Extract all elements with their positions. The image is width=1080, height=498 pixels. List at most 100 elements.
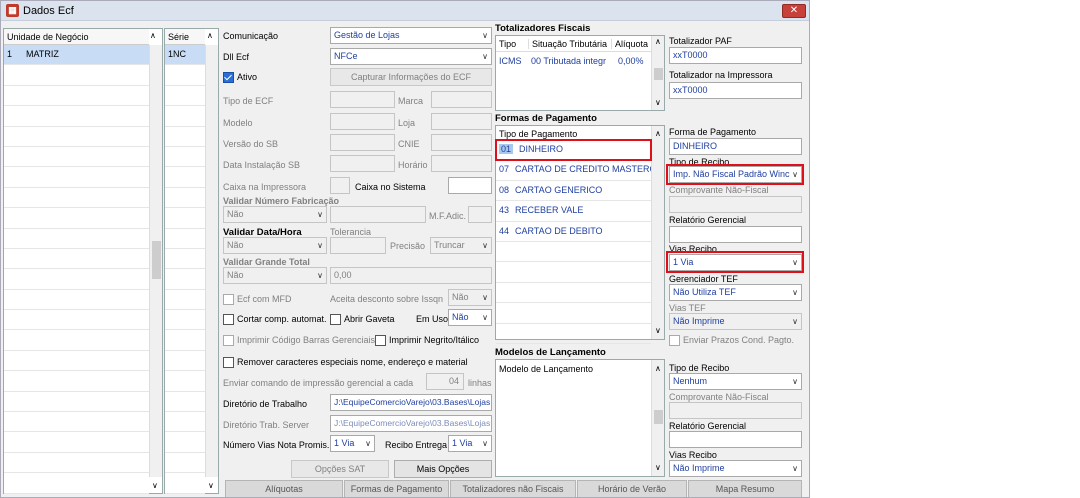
series-header[interactable]: Série <box>165 29 205 45</box>
modelos-scrollbar[interactable]: ∧ ∨ <box>651 360 664 476</box>
remover-checkbox[interactable]: Remover caracteres especiais nome, ender… <box>223 357 468 369</box>
tab-horario-verao[interactable]: Horário de Verão <box>577 480 687 497</box>
comprovante-input[interactable] <box>669 196 802 213</box>
table-row[interactable] <box>4 127 149 147</box>
cortar-checkbox[interactable]: Cortar comp. automat. <box>223 314 327 326</box>
table-row[interactable] <box>165 229 205 249</box>
list-item[interactable]: 44 CARTAO DE DEBITO <box>496 222 651 242</box>
col-situacao-header[interactable]: Situação Tributária <box>528 39 607 49</box>
list-item[interactable]: 07 CARTAO DE CREDITO MASTERCAR <box>496 160 651 181</box>
table-row[interactable] <box>4 371 149 392</box>
table-row[interactable] <box>165 269 205 290</box>
dll-select[interactable]: NFCe ∨ <box>330 48 492 65</box>
table-row[interactable] <box>165 249 205 270</box>
imprimir-cb-checkbox[interactable]: Imprimir Código Barras Gerenciais <box>223 335 375 347</box>
enviar-comando-input[interactable]: 04 <box>426 373 464 390</box>
capturar-button[interactable]: Capturar Informações do ECF <box>330 68 492 86</box>
ecf-mfd-checkbox[interactable]: Ecf com MFD <box>223 294 292 306</box>
modelo-comprovante-input[interactable] <box>669 402 802 419</box>
table-row[interactable] <box>4 310 149 331</box>
loja-input[interactable] <box>431 113 492 130</box>
table-row[interactable] <box>4 208 149 229</box>
table-row[interactable] <box>165 188 205 209</box>
table-row[interactable] <box>165 330 205 351</box>
aceita-desconto-select[interactable]: Não ∨ <box>448 289 492 306</box>
table-row[interactable] <box>4 229 149 249</box>
chevron-up-icon[interactable]: ∧ <box>655 129 661 138</box>
unidades-grid[interactable]: Unidade de Negócio ∧ 1 MATRIZ ∨ <box>3 28 163 494</box>
list-item[interactable] <box>496 283 651 304</box>
imprimir-negrito-checkbox[interactable]: Imprimir Negrito/Itálico <box>375 335 479 347</box>
table-row[interactable] <box>4 86 149 107</box>
col-tipo-header[interactable]: Tipo <box>499 39 516 49</box>
grande-total-input[interactable]: 0,00 <box>330 267 492 284</box>
relatorio-input[interactable] <box>669 226 802 243</box>
table-row[interactable] <box>4 188 149 209</box>
table-row[interactable] <box>4 453 149 474</box>
chevron-down-icon[interactable]: ∨ <box>655 98 661 107</box>
list-item[interactable]: 43 RECEBER VALE <box>496 201 651 222</box>
chevron-up-icon[interactable]: ∧ <box>655 364 661 373</box>
modelos-grid[interactable]: Modelo de Lançamento ∧ ∨ <box>495 359 665 477</box>
num-vias-select[interactable]: 1 Via ∨ <box>330 435 375 452</box>
mais-opcoes-button[interactable]: Mais Opções <box>394 460 492 478</box>
chevron-up-icon[interactable]: ∧ <box>150 31 156 40</box>
table-row[interactable] <box>165 412 205 433</box>
table-row[interactable]: 1 MATRIZ <box>4 45 149 66</box>
table-row[interactable] <box>165 208 205 229</box>
chevron-down-icon[interactable]: ∨ <box>208 481 214 490</box>
modelo-lancamento-header[interactable]: Modelo de Lançamento <box>499 364 593 374</box>
table-row[interactable] <box>4 412 149 433</box>
close-icon[interactable]: ✕ <box>782 4 806 18</box>
list-item[interactable]: 08 CARTAO GENERICO <box>496 181 651 202</box>
modelo-tipo-recibo-select[interactable]: Nenhum ∨ <box>669 373 802 390</box>
list-item[interactable] <box>496 262 651 283</box>
tab-aliquotas[interactable]: Alíquotas <box>225 480 343 497</box>
table-row[interactable] <box>165 147 205 168</box>
opcoes-sat-button[interactable]: Opções SAT <box>291 460 389 478</box>
modelo-vias-select[interactable]: Não Imprime ∨ <box>669 460 802 477</box>
validar-gt-select[interactable]: Não ∨ <box>223 267 327 284</box>
table-row[interactable] <box>165 432 205 453</box>
table-row[interactable] <box>165 310 205 331</box>
tab-totalizadores[interactable]: Totalizadores não Fiscais <box>450 480 576 497</box>
formas-scrollbar[interactable]: ∧ ∨ <box>651 126 664 339</box>
marca-input[interactable] <box>431 91 492 108</box>
scrollbar-thumb[interactable] <box>654 68 663 80</box>
table-row[interactable] <box>4 432 149 453</box>
table-row[interactable] <box>4 106 149 127</box>
totalizadores-grid[interactable]: Tipo Situação Tributária Alíquota ICMS 0… <box>495 35 665 111</box>
vias-tef-select[interactable]: Não Imprime ∨ <box>669 313 802 330</box>
table-row[interactable] <box>165 290 205 311</box>
tab-mapa-resumo[interactable]: Mapa Resumo <box>688 480 802 497</box>
totalizador-aliquota-cell[interactable]: 0,00% <box>618 56 644 66</box>
table-row[interactable] <box>4 65 149 86</box>
totalizadores-scrollbar[interactable]: ∧ ∨ <box>651 36 664 110</box>
cnie-input[interactable] <box>431 134 492 151</box>
modelo-relatorio-input[interactable] <box>669 431 802 448</box>
series-scrollbar[interactable] <box>205 45 218 477</box>
validar-data-select[interactable]: Não ∨ <box>223 237 327 254</box>
chevron-up-icon[interactable]: ∧ <box>655 37 661 46</box>
ativo-checkbox[interactable]: Ativo <box>223 72 257 84</box>
table-row[interactable] <box>165 167 205 188</box>
tipo-pagamento-header[interactable]: Tipo de Pagamento <box>499 129 577 139</box>
table-row[interactable] <box>165 453 205 474</box>
col-aliquota-header[interactable]: Alíquota <box>611 39 648 49</box>
totalizador-situacao-cell[interactable]: 00 Tributada integr <box>531 56 611 66</box>
table-row[interactable] <box>165 106 205 127</box>
totalizador-paf-input[interactable]: xxT0000 <box>669 47 802 64</box>
tab-formas-pagamento[interactable]: Formas de Pagamento <box>344 480 449 497</box>
unidades-header[interactable]: Unidade de Negócio <box>4 29 149 45</box>
tolerancia-input[interactable] <box>330 237 386 254</box>
caixa-impressora-input[interactable] <box>330 177 350 194</box>
table-row[interactable] <box>4 249 149 270</box>
table-row[interactable] <box>4 330 149 351</box>
versao-sb-input[interactable] <box>330 134 395 151</box>
numero-fabricacao-input[interactable] <box>330 206 426 223</box>
gerenciador-tef-select[interactable]: Não Utiliza TEF ∨ <box>669 284 802 301</box>
table-row[interactable] <box>4 269 149 290</box>
chevron-down-icon[interactable]: ∨ <box>655 463 661 472</box>
table-row[interactable] <box>4 473 149 494</box>
dir-trabalho-input[interactable]: J:\EquipeComercioVarejo\03.Bases\Lojas <box>330 394 492 411</box>
